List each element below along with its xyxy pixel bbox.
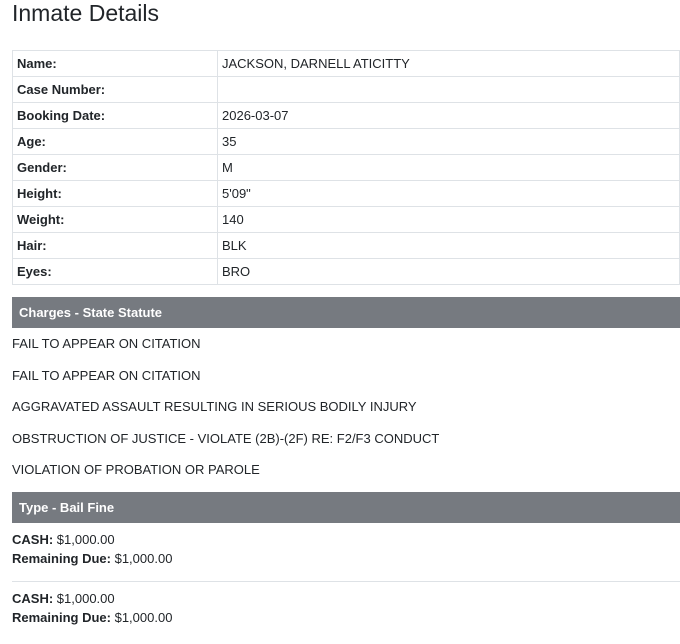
bail-cash-line: CASH: $1,000.00: [12, 589, 680, 608]
detail-row-eyes: Eyes: BRO: [12, 258, 680, 285]
detail-label: Gender:: [12, 154, 218, 181]
charges-list: FAIL TO APPEAR ON CITATION FAIL TO APPEA…: [12, 328, 680, 486]
bail-remaining-label: Remaining Due:: [12, 550, 111, 566]
charge-item: OBSTRUCTION OF JUSTICE - VIOLATE (2B)-(2…: [12, 430, 440, 446]
detail-row-gender: Gender: M: [12, 154, 680, 181]
inmate-details-table: Name: JACKSON, DARNELL ATICITTY Case Num…: [12, 50, 680, 285]
detail-row-booking-date: Booking Date: 2026-03-07: [12, 102, 680, 129]
detail-row-case-number: Case Number:: [12, 76, 680, 103]
bail-remaining-line: Remaining Due: $1,000.00: [12, 608, 680, 627]
bail-remaining-amount: $1,000.00: [114, 609, 173, 625]
bail-remaining-amount: $1,000.00: [114, 550, 173, 566]
bail-cash-line: CASH: $1,000.00: [12, 530, 680, 549]
detail-value: 2026-03-07: [217, 102, 680, 129]
detail-row-hair: Hair: BLK: [12, 232, 680, 259]
detail-row-height: Height: 5'09": [12, 180, 680, 207]
detail-value: BRO: [217, 258, 680, 285]
charge-item: AGGRAVATED ASSAULT RESULTING IN SERIOUS …: [12, 399, 417, 414]
bail-remaining-label: Remaining Due:: [12, 609, 111, 625]
bail-cash-amount: $1,000.00: [56, 590, 115, 606]
detail-value: 5'09": [217, 180, 680, 207]
detail-row-name: Name: JACKSON, DARNELL ATICITTY: [12, 50, 680, 77]
detail-label: Age:: [12, 128, 218, 155]
page-title: Inmate Details: [12, 0, 160, 26]
charges-section-header: Charges - State Statute: [12, 297, 680, 328]
detail-label: Hair:: [12, 232, 218, 259]
bail-entry: CASH: $1,000.00 Remaining Due: $1,000.00: [12, 582, 680, 640]
detail-label: Weight:: [12, 206, 218, 233]
detail-value: 35: [217, 128, 680, 155]
detail-row-weight: Weight: 140: [12, 206, 680, 233]
detail-label: Case Number:: [12, 76, 218, 103]
detail-label: Name:: [12, 50, 218, 77]
inmate-details-page: Inmate Details Name: JACKSON, DARNELL AT…: [12, 0, 680, 640]
charge-item: VIOLATION OF PROBATION OR PAROLE: [12, 462, 260, 477]
detail-label: Booking Date:: [12, 102, 218, 129]
detail-label: Eyes:: [12, 258, 218, 285]
charge-item: FAIL TO APPEAR ON CITATION: [12, 367, 201, 383]
bail-remaining-line: Remaining Due: $1,000.00: [12, 549, 680, 568]
bail-section-header: Type - Bail Fine: [12, 491, 680, 523]
bail-cash-label: CASH:: [12, 531, 54, 547]
detail-value: JACKSON, DARNELL ATICITTY: [217, 50, 680, 77]
detail-label: Height:: [12, 180, 218, 207]
bail-cash-amount: $1,000.00: [56, 531, 115, 547]
bail-cash-label: CASH:: [12, 590, 54, 606]
detail-value: [217, 76, 680, 103]
detail-row-age: Age: 35: [12, 128, 680, 155]
charge-item: FAIL TO APPEAR ON CITATION: [12, 336, 201, 351]
detail-value: M: [217, 154, 680, 181]
detail-value: 140: [217, 206, 680, 233]
bail-entry: CASH: $1,000.00 Remaining Due: $1,000.00: [12, 523, 680, 581]
detail-value: BLK: [217, 232, 680, 259]
